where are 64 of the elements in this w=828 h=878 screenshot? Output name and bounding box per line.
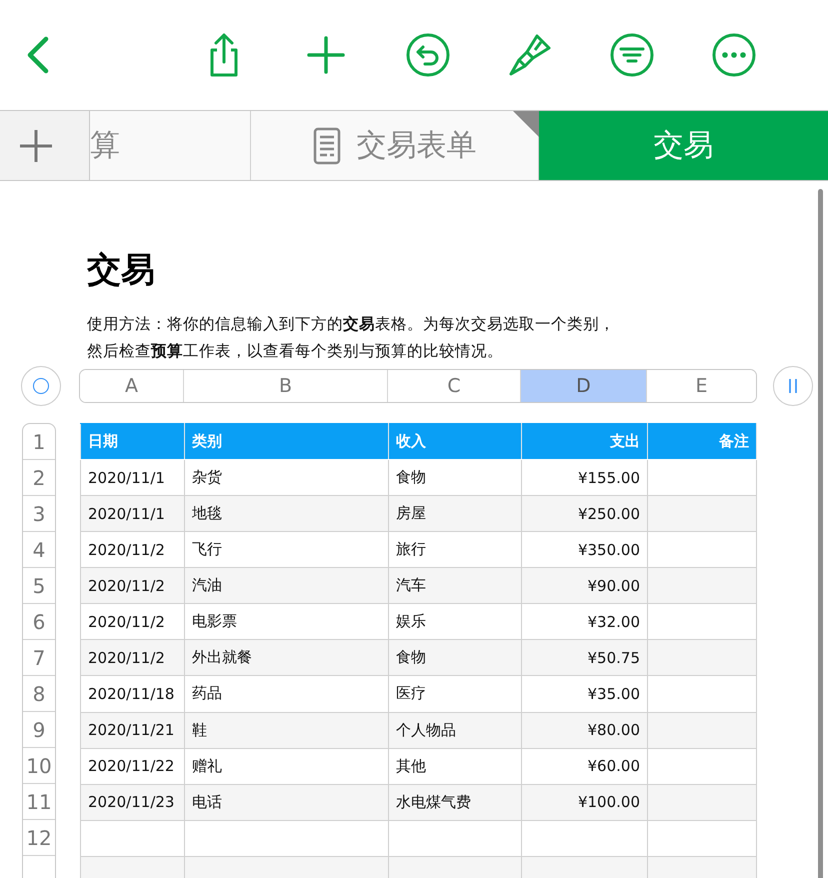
freeze-button[interactable]	[773, 366, 813, 406]
table-cell: 2020/11/2	[80, 640, 184, 676]
table-cell: 2020/11/18	[80, 676, 184, 712]
undo-icon	[406, 33, 450, 77]
sheet-title: 交易	[87, 249, 156, 292]
table-cell: ¥80.00	[522, 712, 648, 748]
table-cell: 房屋	[388, 496, 522, 532]
row-number[interactable]: 2	[23, 460, 55, 496]
table-cell: 个人物品	[388, 712, 522, 748]
table-cell: 2020/11/1	[80, 496, 184, 532]
select-all-button[interactable]	[21, 366, 61, 406]
table-cell: 食物	[388, 640, 522, 676]
table-cell: 2020/11/21	[80, 712, 184, 748]
row-number[interactable]: 7	[23, 640, 55, 676]
table-cell: ¥250.00	[522, 496, 648, 532]
row-number[interactable]: 10	[23, 748, 55, 784]
table-cell: ¥90.00	[522, 568, 648, 604]
plus-icon	[18, 128, 54, 164]
table-cell: 电话	[184, 784, 388, 820]
more-icon	[712, 33, 756, 77]
scrollbar[interactable]	[818, 189, 823, 878]
table-cell: ¥50.75	[522, 640, 648, 676]
row-number[interactable]: 6	[23, 604, 55, 640]
table-cell: 2020/11/22	[80, 748, 184, 784]
table-cell: 药品	[184, 676, 388, 712]
paintbrush-icon	[507, 32, 553, 78]
header-cell: 日期	[80, 424, 184, 460]
filter-icon	[610, 33, 654, 77]
header-cell: 类别	[184, 424, 388, 460]
row-number[interactable]: 9	[23, 712, 55, 748]
table-cell: 2020/11/23	[80, 784, 184, 820]
plus-icon	[307, 36, 345, 74]
sheet-tab[interactable]: 交易	[539, 111, 828, 180]
row-number[interactable]: 8	[23, 676, 55, 712]
column-header[interactable]: A	[80, 370, 184, 402]
pause-icon	[787, 378, 799, 394]
column-header[interactable]: D	[521, 370, 647, 402]
header-cell: 支出	[522, 424, 648, 460]
table-cell: 外出就餐	[184, 640, 388, 676]
add-sheet-button[interactable]	[0, 111, 90, 180]
table-cell: 赠礼	[184, 748, 388, 784]
row-number[interactable]: 4	[23, 532, 55, 568]
row-number[interactable]: 5	[23, 568, 55, 604]
table-cell: 鞋	[184, 712, 388, 748]
table-cell: ¥35.00	[522, 676, 648, 712]
table-cell: 2020/11/2	[80, 568, 184, 604]
row-number[interactable]: 3	[23, 496, 55, 532]
row-number[interactable]: 11	[23, 784, 55, 820]
description-line: 然后检查预算工作表，以查看每个类别与预算的比较情况。	[87, 341, 504, 362]
header-cell: 备注	[648, 424, 756, 460]
table-cell: 汽车	[388, 568, 522, 604]
table-cell: 其他	[388, 748, 522, 784]
description-line: 使用方法：将你的信息输入到下方的交易表格。为每次交易选取一个类别，	[87, 314, 616, 335]
table-cell: 水电煤气费	[388, 784, 522, 820]
row-number[interactable]: 1	[23, 424, 55, 460]
header-cell: 收入	[388, 424, 522, 460]
table-cell: 汽油	[184, 568, 388, 604]
sheet-tab[interactable]: 算	[90, 111, 251, 180]
tab-corner-mark	[513, 111, 539, 137]
row-number[interactable]: 12	[23, 820, 55, 856]
table-cell: 医疗	[388, 676, 522, 712]
table-cell: ¥60.00	[522, 748, 648, 784]
table-cell: ¥100.00	[522, 784, 648, 820]
table-cell: 地毯	[184, 496, 388, 532]
